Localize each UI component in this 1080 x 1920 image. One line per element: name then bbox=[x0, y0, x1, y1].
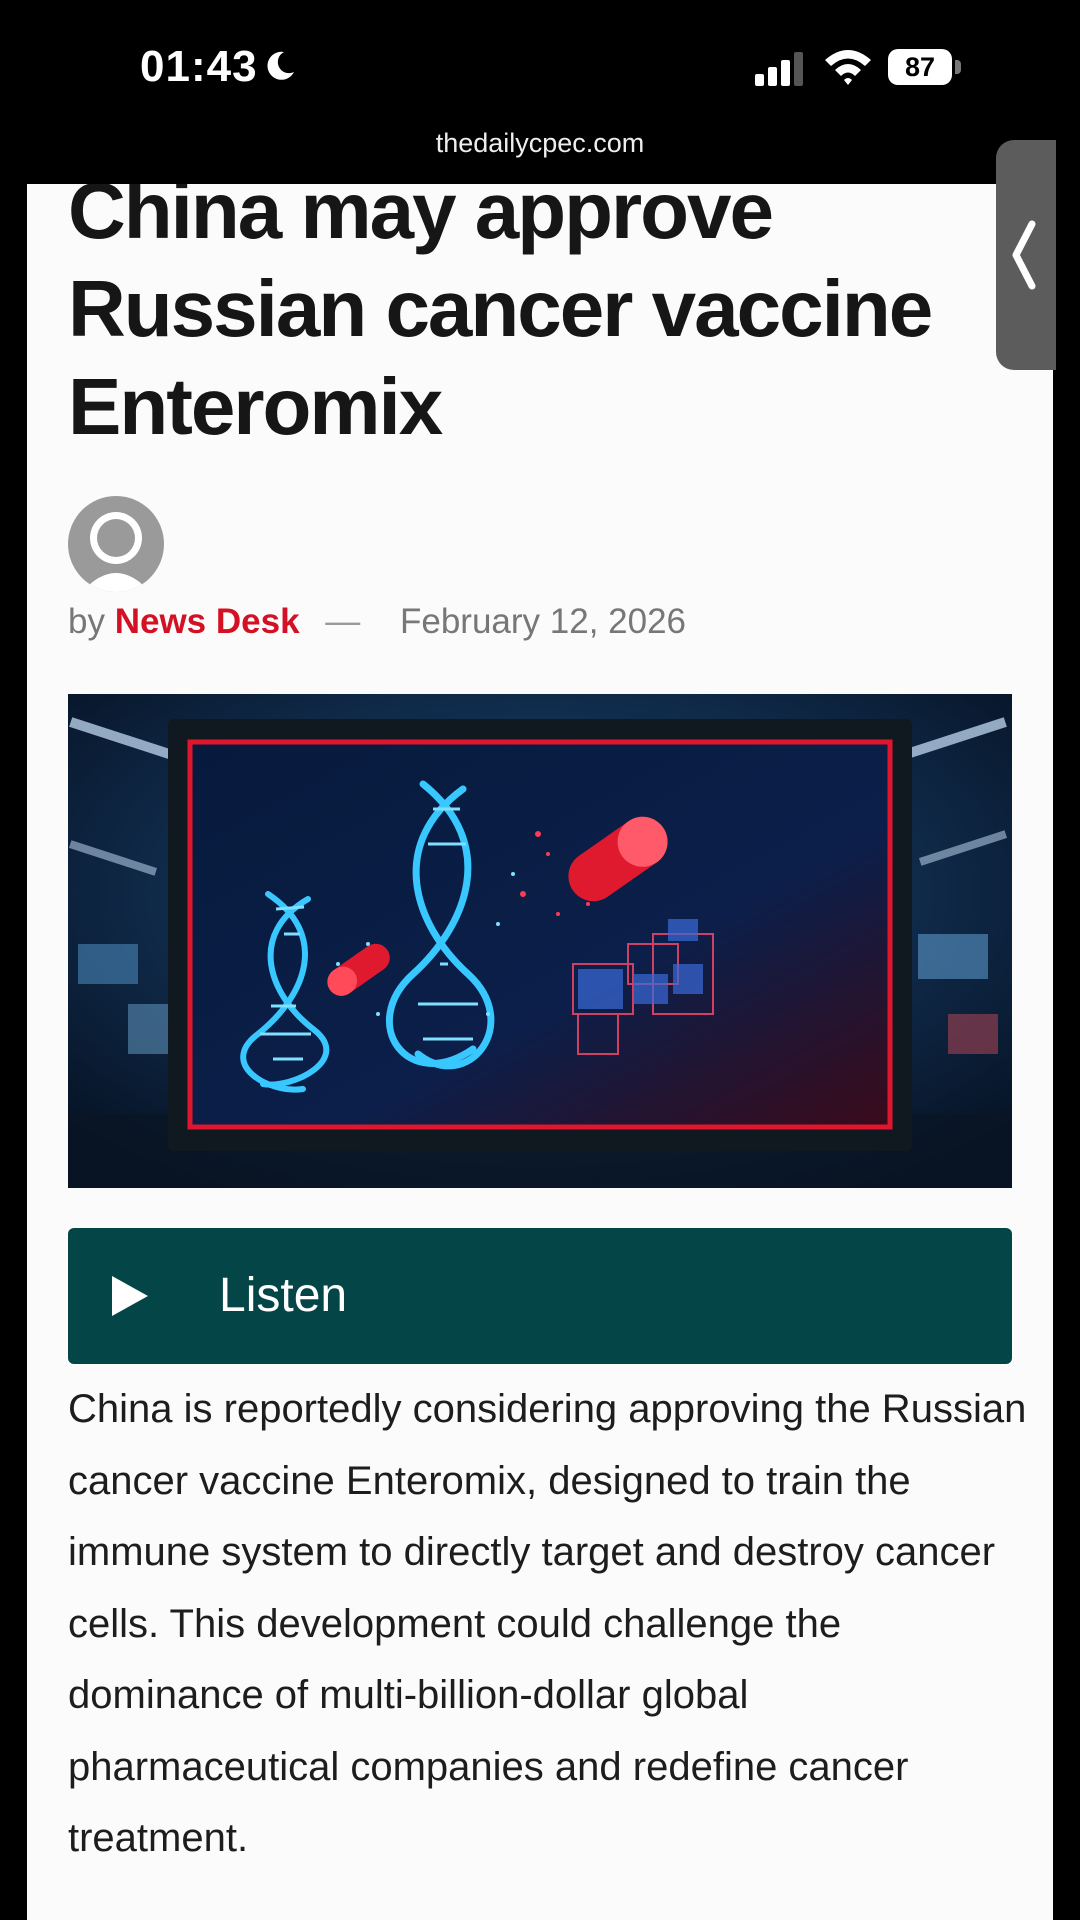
side-panel-handle[interactable] bbox=[996, 140, 1056, 370]
article-title: China may approve Russian cancer vaccine… bbox=[68, 184, 933, 451]
person-icon bbox=[82, 512, 150, 592]
author-link[interactable]: News Desk bbox=[115, 602, 300, 641]
wifi-icon bbox=[825, 50, 871, 85]
url-bar[interactable]: thedailycpec.com bbox=[0, 128, 1080, 159]
status-bar: 01:43 87 thedailycpec.com bbox=[0, 0, 1080, 180]
hero-image bbox=[68, 694, 1012, 1188]
chevron-left-icon bbox=[1012, 220, 1036, 290]
dna-capsule-illustration bbox=[68, 694, 1012, 1188]
byline: by News Desk — February 12, 2026 bbox=[68, 602, 686, 642]
listen-label: Listen bbox=[219, 1269, 348, 1322]
moon-icon bbox=[267, 51, 294, 80]
signal-icon bbox=[755, 52, 803, 86]
play-icon bbox=[112, 1276, 148, 1316]
byline-separator: — bbox=[325, 602, 361, 641]
battery-level: 87 bbox=[888, 49, 952, 85]
author-avatar[interactable] bbox=[68, 496, 164, 592]
battery-icon: 87 bbox=[888, 49, 964, 85]
listen-button[interactable]: Listen bbox=[68, 1228, 1012, 1364]
publish-date: February 12, 2026 bbox=[400, 602, 687, 641]
byline-prefix: by bbox=[68, 602, 105, 641]
status-time: 01:43 bbox=[140, 42, 258, 91]
article-page: China may approve Russian cancer vaccine… bbox=[27, 184, 1053, 1920]
article-body: China is reportedly considering approvin… bbox=[68, 1387, 1027, 1860]
